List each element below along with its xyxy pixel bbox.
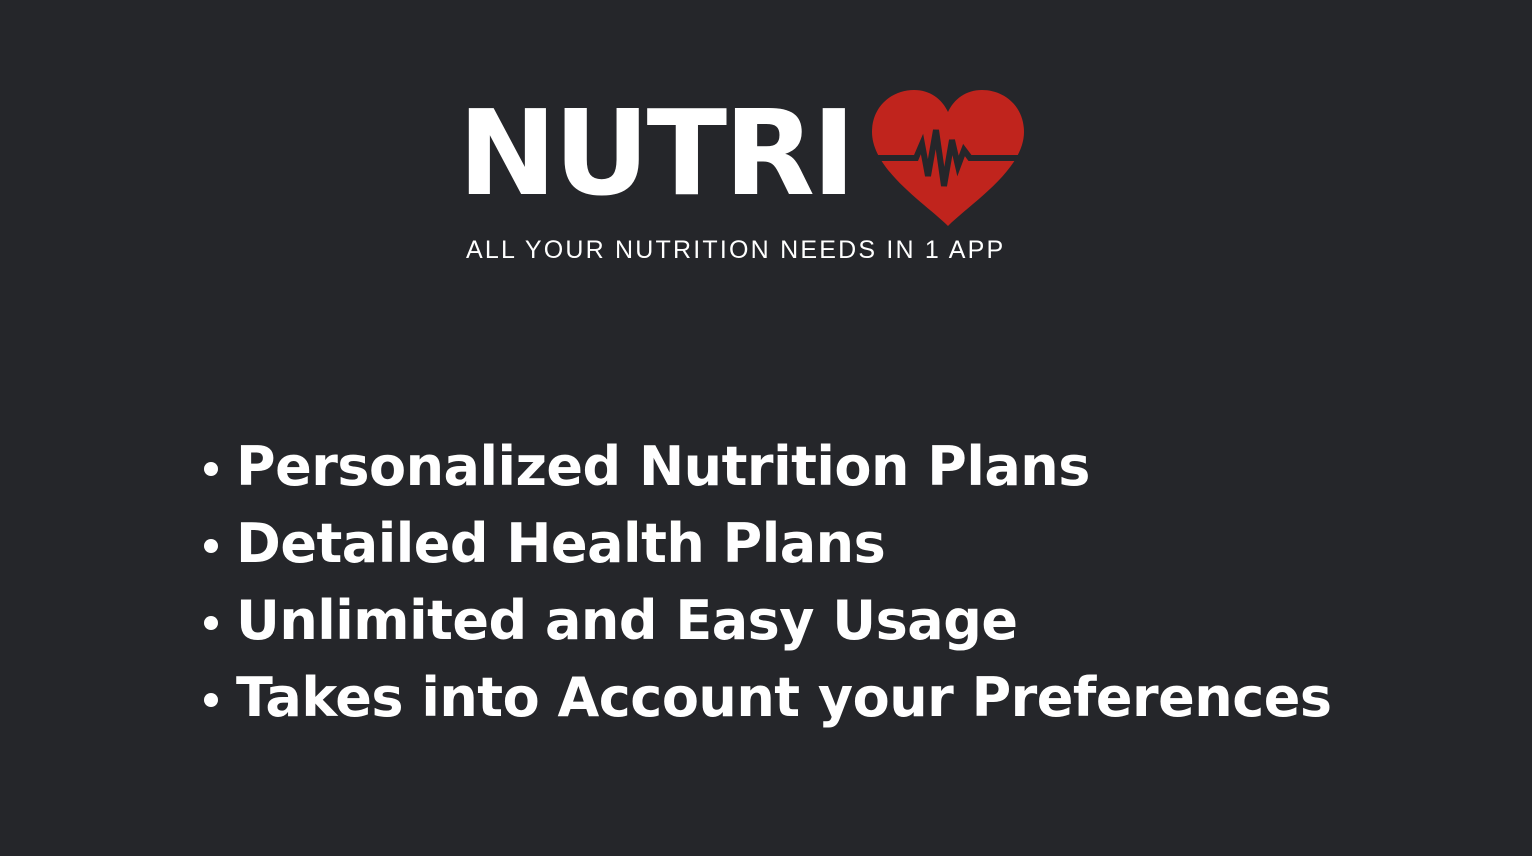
feature-item: Unlimited and Easy Usage	[200, 582, 1332, 659]
feature-item: Detailed Health Plans	[200, 505, 1332, 582]
feature-list: Personalized Nutrition Plans Detailed He…	[200, 428, 1332, 736]
feature-item: Personalized Nutrition Plans	[200, 428, 1332, 505]
feature-item: Takes into Account your Preferences	[200, 659, 1332, 736]
bullet-icon	[204, 615, 218, 630]
tagline: ALL YOUR NUTRITION NEEDS IN 1 APP	[466, 236, 1006, 264]
brand-header: NUTRI ALL YOUR NUTRITION NEEDS IN 1 APP	[458, 70, 1058, 290]
feature-text: Unlimited and Easy Usage	[236, 589, 1018, 652]
bullet-icon	[204, 538, 218, 553]
bullet-icon	[204, 692, 218, 707]
bullet-icon	[204, 461, 218, 476]
heart-pulse-icon	[872, 90, 1024, 226]
feature-text: Takes into Account your Preferences	[236, 666, 1332, 729]
feature-text: Personalized Nutrition Plans	[236, 435, 1090, 498]
feature-text: Detailed Health Plans	[236, 512, 886, 575]
brand-name: NUTRI	[458, 84, 856, 222]
